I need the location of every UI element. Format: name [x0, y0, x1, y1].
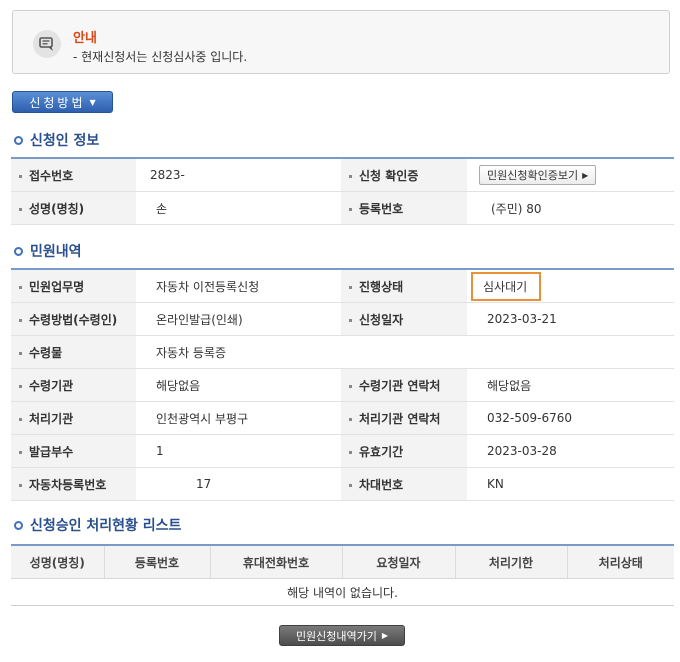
notice-title: 안내: [73, 31, 97, 46]
progress-status-label: 진행상태: [359, 279, 404, 294]
name-value: 손: [136, 191, 341, 225]
table-row: 해당 내역이 없습니다.: [11, 578, 674, 606]
application-date-value: 2023-03-21: [467, 302, 674, 336]
receiving-agency-value: 해당없음: [136, 368, 341, 402]
table-row: 접수번호 2823- 신청 확인증 민원신청확인증보기 ▶: [11, 157, 674, 192]
bullet-icon: [14, 246, 23, 256]
receiving-agency-label: 수령기관: [29, 378, 74, 393]
service-name-label: 민원업무명: [29, 279, 85, 294]
name-label: 성명(명칭): [29, 201, 85, 216]
receipt-method-value: 온라인발급(인쇄): [136, 302, 341, 336]
table-row: 자동차등록번호 17 차대번호 KN: [11, 467, 674, 501]
application-method-label: 신청방법: [29, 95, 86, 110]
empty-message: 해당 내역이 없습니다.: [11, 578, 674, 606]
registration-number-label: 등록번호: [359, 201, 404, 216]
arrow-right-icon: ▶: [582, 170, 589, 180]
column-header: 처리상태: [566, 544, 674, 579]
table-row: 수령기관 해당없음 수령기관 연락처 해당없음: [11, 368, 674, 402]
arrow-right-icon: ▶: [381, 631, 389, 640]
chevron-down-icon: ▼: [89, 97, 96, 107]
progress-status-value: 심사대기: [471, 271, 542, 301]
view-confirmation-button[interactable]: 민원신청확인증보기 ▶: [479, 165, 597, 185]
confirmation-label: 신청 확인증: [359, 168, 419, 183]
bullet-icon: [14, 520, 23, 530]
receiving-agency-contact-value: 해당없음: [467, 368, 674, 402]
receipt-item-value: 자동차 등록증: [136, 335, 674, 369]
vehicle-reg-number-value: 17: [136, 467, 341, 501]
copies-value: 1: [136, 434, 341, 468]
approval-list-table: 성명(명칭) 등록번호 휴대전화번호 요청일자 처리기한 처리상태 해당 내역이…: [11, 544, 674, 606]
table-row: 수령물 자동차 등록증: [11, 335, 674, 369]
processing-agency-value: 인천광역시 부평구: [136, 401, 341, 435]
column-header: 등록번호: [103, 544, 210, 579]
applicant-info-table: 접수번호 2823- 신청 확인증 민원신청확인증보기 ▶ 성명(명칭) 손 등…: [11, 157, 674, 225]
application-date-label: 신청일자: [359, 312, 404, 327]
processing-agency-contact-label: 처리기관 연락처: [359, 411, 441, 426]
memo-icon: [33, 30, 61, 58]
table-row: 민원업무명 자동차 이전등록신청 진행상태 심사대기: [11, 268, 674, 303]
service-name-value: 자동차 이전등록신청: [136, 268, 341, 303]
receipt-number-label: 접수번호: [29, 168, 74, 183]
vin-value: KN: [467, 467, 674, 501]
valid-period-value: 2023-03-28: [467, 434, 674, 468]
application-method-button[interactable]: 신청방법 ▼: [12, 91, 113, 113]
table-row: 성명(명칭) 손 등록번호 (주민) 80: [11, 191, 674, 225]
notice-message: - 현재신청서는 신청심사중 입니다.: [73, 50, 248, 64]
table-row: 발급부수 1 유효기간 2023-03-28: [11, 434, 674, 468]
approval-section-title: 신청승인 처리현황 리스트: [14, 515, 181, 535]
receiving-agency-contact-label: 수령기관 연락처: [359, 378, 441, 393]
valid-period-label: 유효기간: [359, 444, 404, 459]
column-header: 휴대전화번호: [209, 544, 342, 579]
processing-agency-label: 처리기관: [29, 411, 74, 426]
table-row: 처리기관 인천광역시 부평구 처리기관 연락처 032-509-6760: [11, 401, 674, 435]
petition-info-table: 민원업무명 자동차 이전등록신청 진행상태 심사대기 수령방법(수령인) 온라인…: [11, 268, 674, 501]
registration-number-value: (주민) 80: [467, 191, 674, 225]
go-to-petition-history-button[interactable]: 민원신청내역가기 ▶: [279, 625, 405, 646]
vin-label: 차대번호: [359, 477, 404, 492]
petition-section-title: 민원내역: [14, 241, 82, 261]
table-header-row: 성명(명칭) 등록번호 휴대전화번호 요청일자 처리기한 처리상태: [11, 544, 674, 579]
column-header: 요청일자: [341, 544, 455, 579]
receipt-item-label: 수령물: [29, 345, 63, 360]
bullet-icon: [14, 135, 23, 145]
receipt-method-label: 수령방법(수령인): [29, 312, 118, 327]
receipt-number-value: 2823-: [136, 157, 341, 192]
column-header: 처리기한: [454, 544, 567, 579]
applicant-section-title: 신청인 정보: [14, 130, 99, 150]
processing-agency-contact-value: 032-509-6760: [467, 401, 674, 435]
notice-box: 안내 - 현재신청서는 신청심사중 입니다.: [12, 10, 670, 74]
table-row: 수령방법(수령인) 온라인발급(인쇄) 신청일자 2023-03-21: [11, 302, 674, 336]
copies-label: 발급부수: [29, 444, 74, 459]
vehicle-reg-number-label: 자동차등록번호: [29, 477, 107, 492]
column-header: 성명(명칭): [11, 544, 104, 579]
